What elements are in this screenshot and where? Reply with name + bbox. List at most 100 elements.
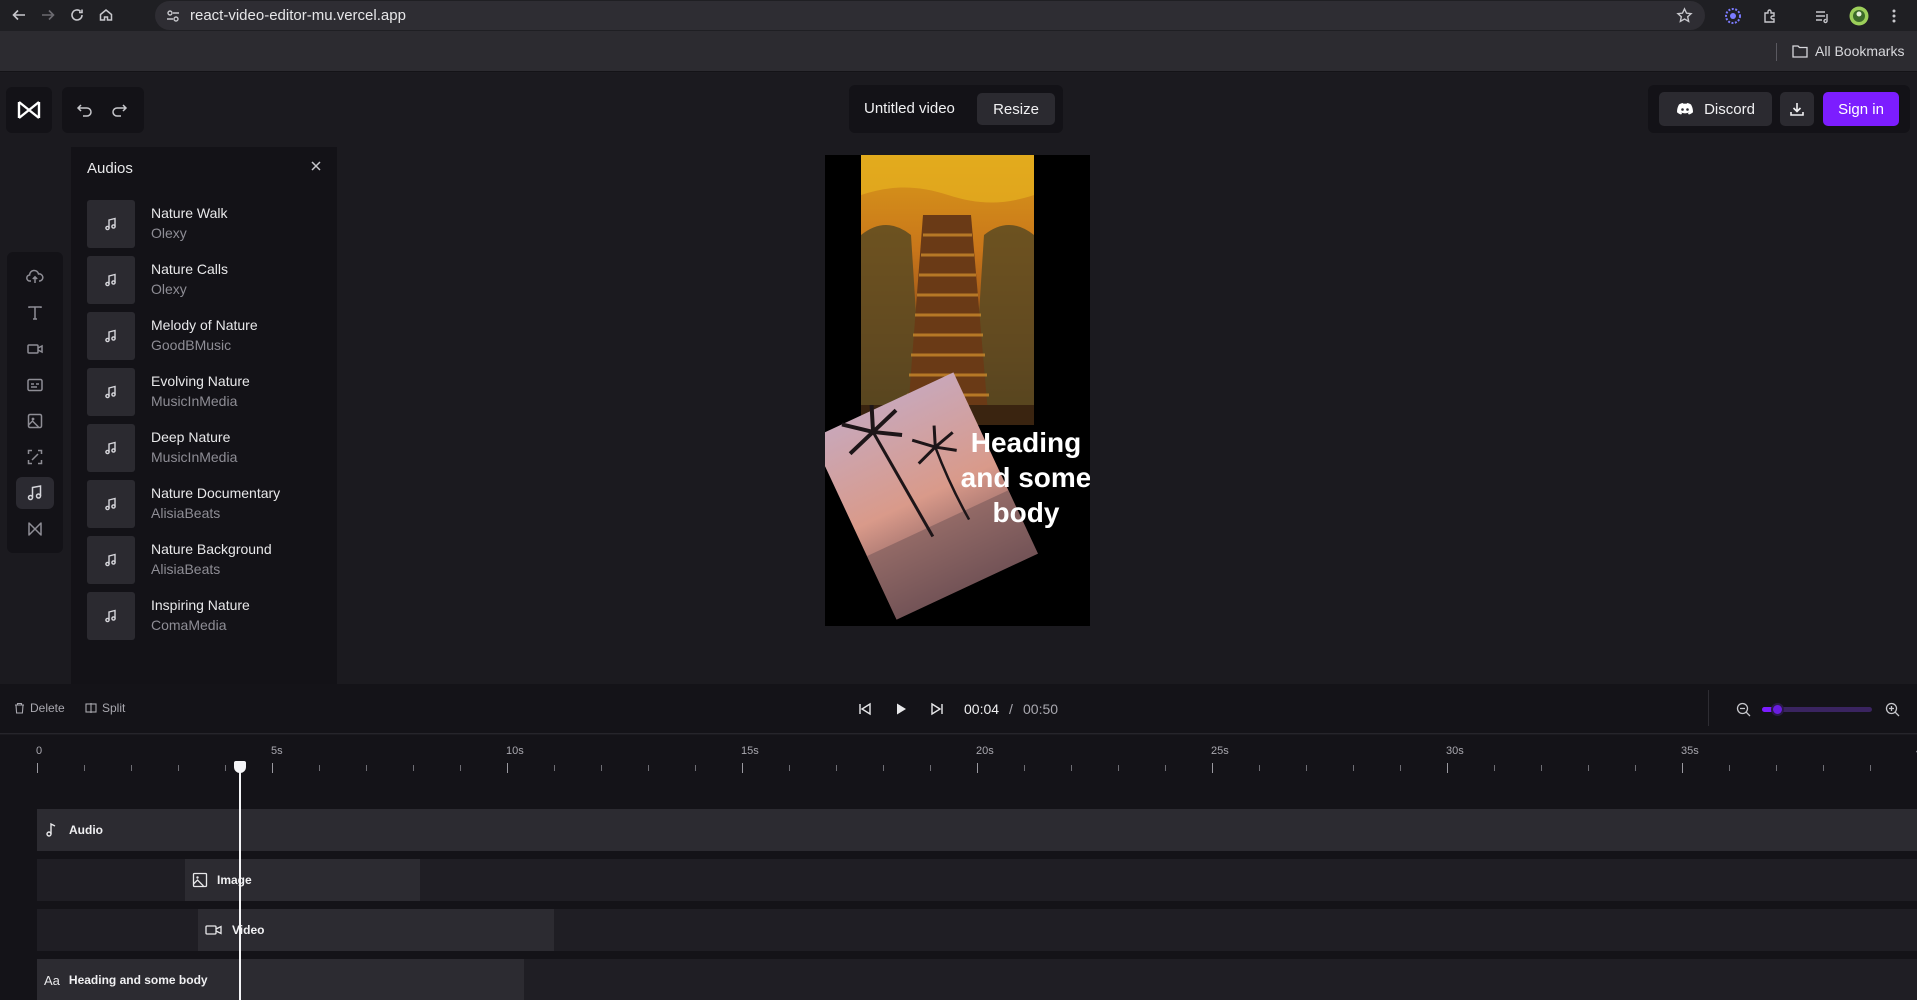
music-note-icon [87, 312, 135, 360]
download-button[interactable] [1780, 92, 1814, 126]
forward-icon[interactable] [37, 4, 59, 26]
audio-list-item[interactable]: Evolving Nature MusicInMedia [87, 368, 327, 416]
timeline-tick [84, 765, 85, 771]
undo-icon[interactable] [76, 102, 93, 118]
timeline-tick [272, 763, 273, 773]
canvas-text-overlay[interactable]: Heading and some body [956, 425, 1090, 530]
reload-icon[interactable] [66, 4, 88, 26]
extension-flower-icon[interactable] [1722, 5, 1744, 27]
sidebar-item-upload[interactable] [16, 261, 54, 293]
app-logo[interactable] [6, 87, 52, 133]
sidebar-item-elements[interactable] [16, 441, 54, 473]
timeline-tick [507, 763, 508, 773]
split-icon [85, 703, 97, 713]
image-icon [192, 872, 208, 888]
site-settings-icon[interactable] [165, 8, 181, 24]
download-icon [1790, 103, 1804, 116]
image-icon [27, 413, 43, 429]
zoom-in-icon[interactable] [1882, 699, 1902, 719]
discord-label: Discord [1704, 100, 1755, 118]
timeline-tick-label: 0 [36, 745, 43, 757]
zoom-slider[interactable] [1762, 703, 1872, 716]
delete-button[interactable]: Delete [14, 701, 65, 715]
audio-list-item[interactable]: Nature Background AlisiaBeats [87, 536, 327, 584]
timeline-track[interactable]: Image [37, 859, 1917, 901]
project-title[interactable]: Untitled video [864, 100, 955, 117]
skip-forward-icon[interactable] [927, 699, 947, 719]
music-note-icon [87, 480, 135, 528]
upload-icon [26, 269, 44, 283]
timeline-tick [930, 765, 931, 771]
sidebar-item-images[interactable] [16, 405, 54, 437]
browser-menu-icon[interactable] [1883, 5, 1905, 27]
bookmarks-separator [1776, 43, 1777, 61]
timeline-track[interactable]: Aa Heading and some body [37, 959, 1917, 1000]
transitions-icon [28, 522, 42, 536]
extensions-puzzle-icon[interactable] [1759, 5, 1781, 27]
url-text[interactable]: react-video-editor-mu.vercel.app [190, 7, 406, 24]
close-icon[interactable] [309, 159, 323, 173]
music-note-icon [87, 200, 135, 248]
history-controls [62, 87, 144, 133]
audio-list-item[interactable]: Melody of Nature GoodBMusic [87, 312, 327, 360]
timeline-tick-label: 10s [506, 745, 524, 757]
sidebar-item-captions[interactable] [16, 369, 54, 401]
home-icon[interactable] [95, 4, 117, 26]
video-clip-label: Video [232, 923, 265, 937]
timeline[interactable]: 05s10s15s20s25s30s35s40 Audio Image Vide… [0, 735, 1917, 1000]
timeline-tick [742, 763, 743, 773]
discord-button[interactable]: Discord [1659, 92, 1772, 126]
audio-clip-label: Audio [69, 823, 103, 837]
video-clip[interactable]: Video [198, 909, 554, 951]
audio-list-item[interactable]: Nature Calls Olexy [87, 256, 327, 304]
skip-back-icon[interactable] [855, 699, 875, 719]
split-button[interactable]: Split [85, 701, 125, 715]
text-aa-icon: Aa [44, 972, 60, 988]
audio-clip[interactable]: Audio [37, 809, 1917, 851]
timeline-tick-label: 25s [1211, 745, 1229, 757]
sidebar-item-video[interactable] [16, 333, 54, 365]
folder-icon [1792, 44, 1808, 58]
image-clip[interactable]: Image [185, 859, 420, 901]
audio-list-item[interactable]: Nature Documentary AlisiaBeats [87, 480, 327, 528]
audio-list-item[interactable]: Deep Nature MusicInMedia [87, 424, 327, 472]
all-bookmarks-label: All Bookmarks [1815, 43, 1905, 59]
timeline-tick [1588, 765, 1589, 771]
zoom-divider [1708, 690, 1709, 726]
music-note-icon [87, 592, 135, 640]
bookmark-star-icon[interactable] [1676, 7, 1693, 24]
audios-panel: Audios Nature Walk Olexy Nature Calls Ol… [71, 147, 337, 730]
audio-artist: AlisiaBeats [151, 505, 221, 521]
playhead[interactable] [239, 766, 241, 1000]
sidebar-item-transitions[interactable] [16, 513, 54, 545]
audio-artist: MusicInMedia [151, 393, 238, 409]
timeline-tick [554, 765, 555, 771]
audio-title: Nature Documentary [151, 485, 281, 501]
profile-avatar-icon[interactable] [1848, 5, 1870, 27]
audio-list-item[interactable]: Nature Walk Olexy [87, 200, 327, 248]
timeline-tick [695, 765, 696, 771]
sign-in-button[interactable]: Sign in [1823, 92, 1899, 126]
address-bar[interactable]: react-video-editor-mu.vercel.app [155, 1, 1705, 30]
sidebar-item-text[interactable] [16, 297, 54, 329]
timeline-tick [836, 765, 837, 771]
zoom-slider-thumb[interactable] [1771, 703, 1784, 716]
media-queue-icon[interactable] [1811, 5, 1833, 27]
play-icon[interactable] [891, 699, 911, 719]
sidebar-item-audio[interactable] [16, 477, 54, 509]
redo-icon[interactable] [111, 102, 128, 118]
text-clip[interactable]: Aa Heading and some body [37, 959, 524, 1000]
timeline-tick [789, 765, 790, 771]
timeline-track[interactable]: Audio [37, 809, 1917, 851]
preview-canvas[interactable]: Heading and some body [825, 155, 1090, 626]
all-bookmarks-button[interactable]: All Bookmarks [1792, 43, 1904, 59]
resize-button[interactable]: Resize [977, 93, 1055, 125]
back-icon[interactable] [8, 4, 30, 26]
browser-toolbar: react-video-editor-mu.vercel.app [0, 0, 1917, 31]
audio-title: Nature Background [151, 541, 272, 557]
zoom-out-icon[interactable] [1733, 699, 1753, 719]
timeline-track[interactable]: Video [37, 909, 1917, 951]
playhead-handle[interactable] [234, 761, 246, 773]
timeline-tick [977, 763, 978, 773]
audio-list-item[interactable]: Inspiring Nature ComaMedia [87, 592, 327, 640]
